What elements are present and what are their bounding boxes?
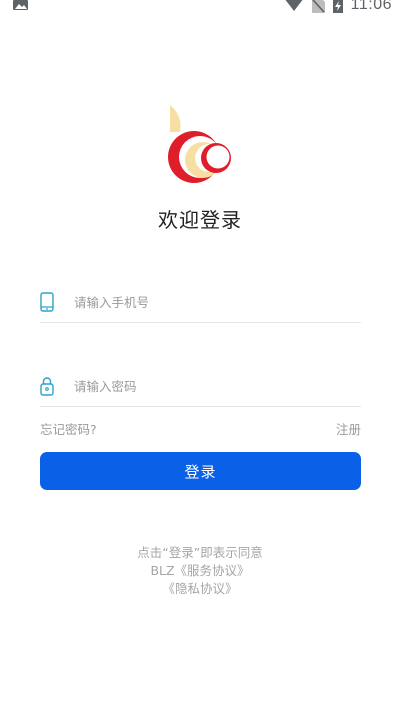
password-field [40, 366, 361, 407]
status-icons: 11:06 [284, 0, 392, 14]
battery-charging-icon [332, 0, 343, 13]
lock-icon [40, 377, 54, 396]
blz-logo [168, 105, 231, 183]
account-links: 忘记密码? 注册 [40, 419, 361, 437]
agreement-text: 点击“登录”即表示同意 [137, 545, 263, 560]
service-agreement-link[interactable]: BLZ《服务协议》 [0, 562, 400, 580]
agreement-notice: 点击“登录”即表示同意 BLZ《服务协议》 《隐私协议》 [0, 544, 400, 598]
login-screen: 11:06 欢迎登录 忘记密码? 注册 登录 [0, 0, 400, 711]
no-sim-icon [311, 0, 325, 13]
page-title: 欢迎登录 [158, 208, 242, 232]
phone-field [40, 282, 361, 323]
wifi-icon [285, 0, 303, 11]
status-bar: 11:06 [0, 0, 400, 14]
phone-input[interactable] [74, 288, 354, 316]
login-button[interactable]: 登录 [40, 452, 361, 490]
privacy-agreement-link[interactable]: 《隐私协议》 [0, 580, 400, 598]
clock-time: 11:06 [350, 0, 392, 13]
password-input[interactable] [74, 372, 354, 400]
phone-icon [40, 292, 54, 312]
forgot-password-link[interactable]: 忘记密码? [40, 419, 97, 438]
image-icon [13, 0, 28, 10]
register-link[interactable]: 注册 [336, 419, 361, 438]
